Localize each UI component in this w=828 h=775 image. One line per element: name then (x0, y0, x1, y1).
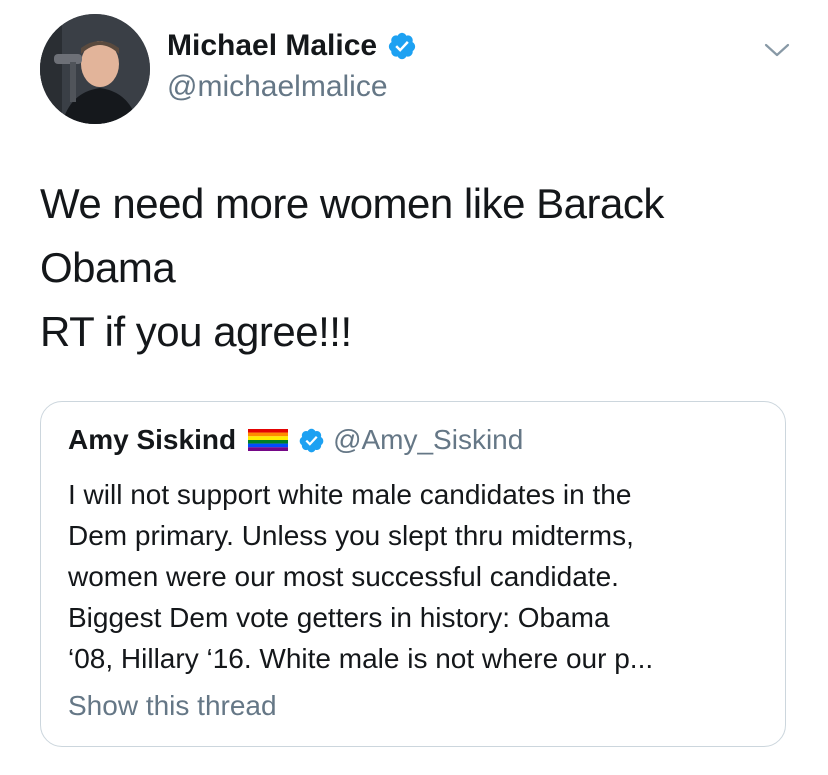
quoted-tweet-line: women were our most successful candidate… (68, 561, 619, 592)
verified-badge-icon (299, 428, 324, 452)
quoted-tweet-line: I will not support white male candidates… (68, 479, 632, 510)
author-display-name[interactable]: Michael Malice (167, 29, 417, 63)
rainbow-flag-icon (248, 429, 289, 451)
show-thread-link[interactable]: Show this thread (68, 690, 277, 722)
quoted-tweet-card[interactable]: Amy Siskind @Amy_Siskind I will not supp… (40, 401, 786, 747)
author-name-text[interactable]: Michael Malice (167, 29, 377, 63)
author-avatar[interactable] (40, 14, 150, 124)
tweet-line: Obama (40, 244, 176, 291)
quoted-author-handle: @Amy_Siskind (333, 424, 524, 455)
tweet-line: We need more women like Barack (40, 180, 664, 227)
author-handle[interactable]: @michaelmalice (167, 70, 388, 104)
chevron-down-icon[interactable] (763, 40, 791, 60)
quoted-tweet-line: Biggest Dem vote getters in history: Oba… (68, 602, 610, 633)
quoted-tweet-text: I will not support white male candidates… (68, 474, 768, 679)
quoted-tweet-line: ‘08, Hillary ‘16. White male is not wher… (68, 643, 654, 674)
verified-badge-icon (388, 32, 416, 60)
quoted-tweet-line: Dem primary. Unless you slept thru midte… (68, 520, 634, 551)
quoted-tweet-header: Amy Siskind @Amy_Siskind (68, 424, 523, 456)
tweet-line: RT if you agree!!! (40, 308, 352, 355)
quoted-author-name: Amy Siskind (68, 424, 237, 455)
tweet-text: We need more women like Barack Obama RT … (40, 172, 800, 364)
